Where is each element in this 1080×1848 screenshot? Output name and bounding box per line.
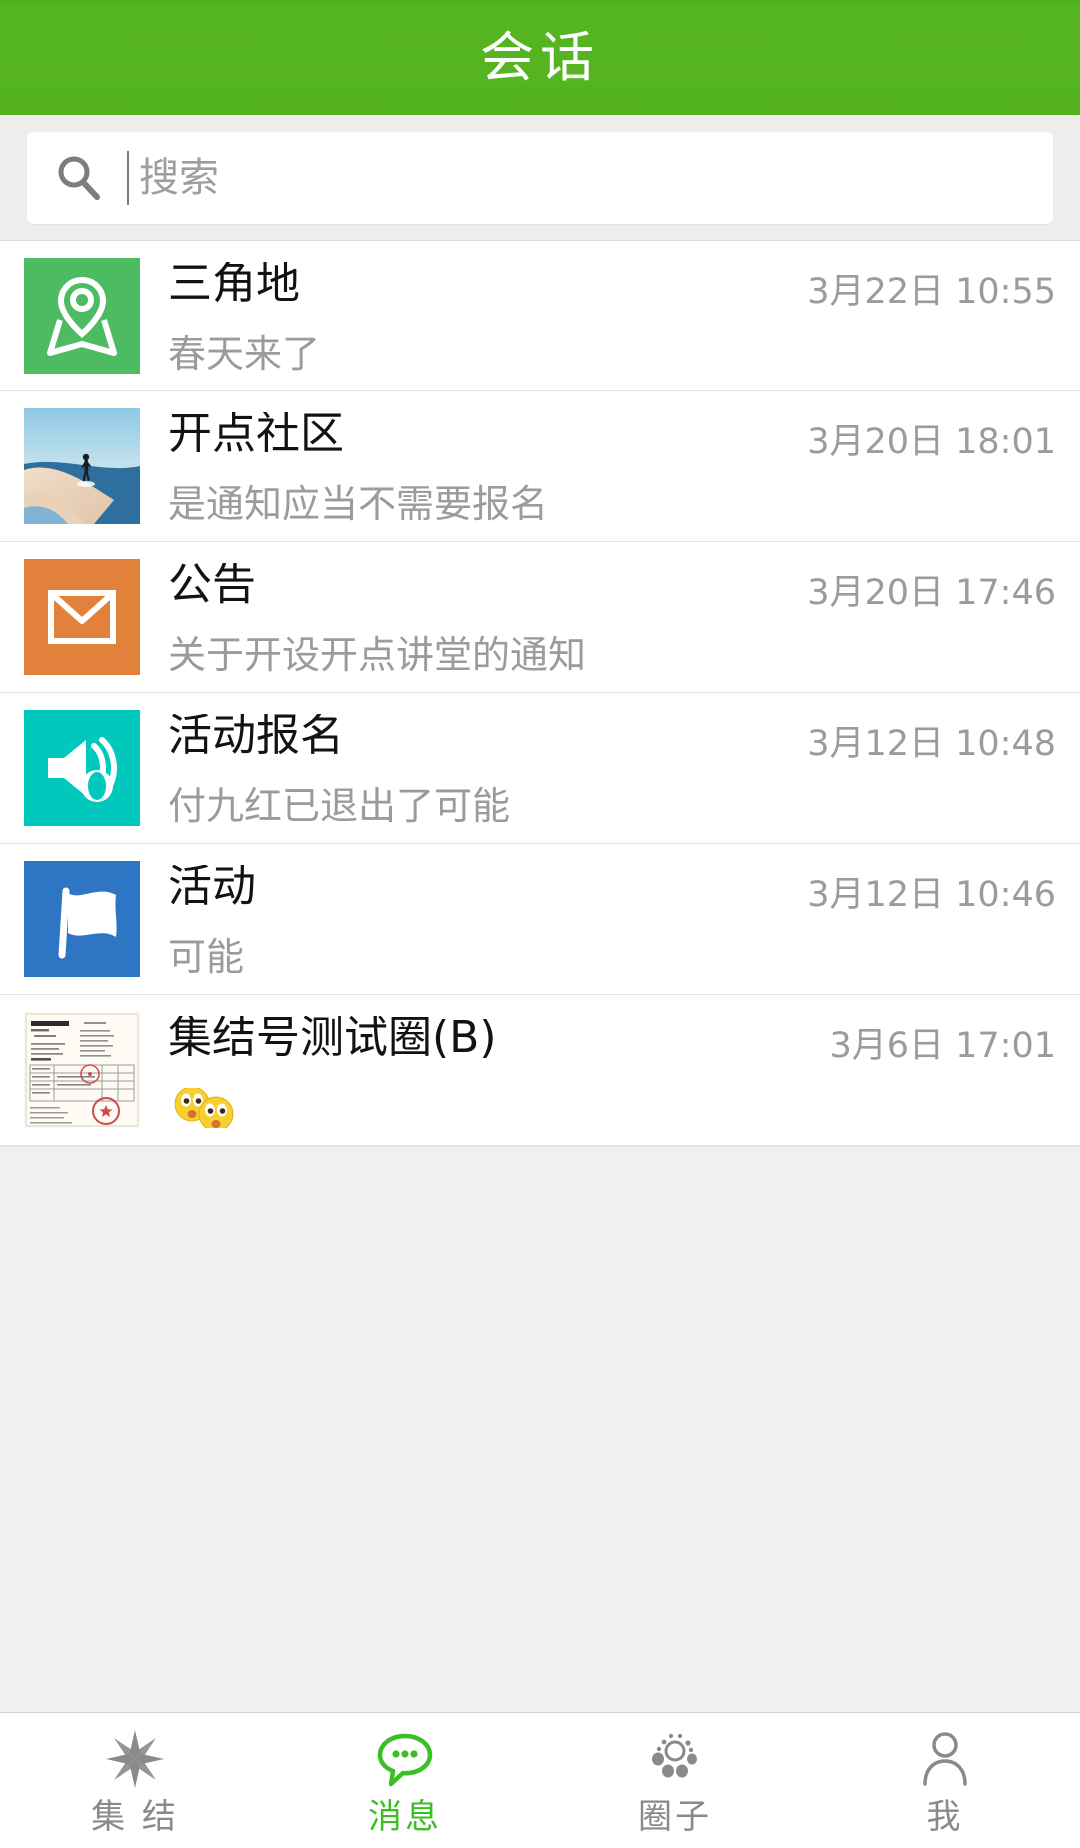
conversation-title: 活动 (168, 865, 256, 909)
list-item-text: 公告 关于开设开点讲堂的通知 (140, 559, 807, 675)
conversation-time: 3月22日 10:55 (807, 272, 1056, 312)
location-pin-icon (24, 257, 140, 374)
conversation-title: 活动报名 (168, 714, 344, 758)
compass-star-icon (104, 1728, 166, 1790)
list-item-text: 三角地 春天来了 (140, 258, 807, 374)
bottom-navigation: 集 结 消息 圈子 我 (0, 1712, 1080, 1848)
conversation-snippet (168, 1088, 829, 1128)
chat-bubble-icon (374, 1728, 436, 1790)
conversation-time: 3月20日 18:01 (807, 422, 1056, 462)
tab-label: 集 结 (91, 1796, 179, 1837)
list-item[interactable]: 活动 可能 3月12日 10:46 (0, 844, 1080, 995)
tab-quanzi[interactable]: 圈子 (540, 1713, 810, 1848)
tab-label: 消息 (368, 1796, 442, 1837)
conversation-snippet: 关于开设开点讲堂的通知 (168, 635, 587, 675)
page-title: 会话 (480, 25, 600, 89)
conversation-time: 3月6日 17:01 (829, 1026, 1056, 1066)
conversation-title: 集结号测试圈(B) (168, 1016, 497, 1060)
tab-jijie[interactable]: 集 结 (0, 1713, 270, 1848)
list-item-text: 活动报名 付九红已退出了可能 (140, 710, 807, 826)
conversation-title: 公告 (168, 563, 256, 607)
beach-runner-photo (24, 408, 140, 524)
search-placeholder: 搜索 (139, 154, 219, 201)
conversation-snippet: 是通知应当不需要报名 (168, 484, 549, 524)
conversation-title: 开点社区 (168, 412, 344, 456)
conversation-snippet: 春天来了 (168, 333, 321, 374)
tab-label: 我 (926, 1796, 964, 1837)
conversation-title: 三角地 (168, 261, 300, 306)
list-item-text: 活动 可能 (140, 861, 807, 977)
conversation-snippet: 可能 (168, 937, 245, 977)
conversation-list: 三角地 春天来了 3月22日 10:55 开点社区 是通知应当不需要报名 3月2… (0, 240, 1080, 1146)
flag-icon (24, 861, 140, 977)
search-bar-container: 搜索 (0, 115, 1080, 240)
list-item[interactable]: 集结号测试圈(B) 3月6日 17:01 (0, 995, 1080, 1146)
text-cursor (127, 150, 129, 205)
conversation-time: 3月20日 17:46 (807, 573, 1056, 613)
business-license-photo (24, 1012, 140, 1128)
tab-label: 圈子 (638, 1796, 712, 1837)
astonished-faces-emoji (168, 1088, 242, 1128)
tab-xiaoxi[interactable]: 消息 (270, 1713, 540, 1848)
conversation-time: 3月12日 10:48 (807, 724, 1056, 764)
list-item[interactable]: 开点社区 是通知应当不需要报名 3月20日 18:01 (0, 391, 1080, 542)
list-item-text: 开点社区 是通知应当不需要报名 (140, 408, 807, 524)
list-item[interactable]: 三角地 春天来了 3月22日 10:55 (0, 240, 1080, 391)
empty-list-area (0, 1146, 1080, 1712)
app-header: 会话 (0, 0, 1080, 115)
search-input[interactable]: 搜索 (27, 131, 1053, 224)
circles-cluster-icon (644, 1728, 706, 1790)
megaphone-icon (24, 710, 140, 826)
envelope-icon (24, 559, 140, 675)
person-icon (914, 1728, 976, 1790)
tab-wo[interactable]: 我 (810, 1713, 1080, 1848)
conversation-time: 3月12日 10:46 (807, 875, 1056, 915)
app-root: 会话 搜索 三角地 春天来了 3月22日 10:55 开点社区 是通知应当不需要… (0, 0, 1080, 1848)
list-item-text: 集结号测试圈(B) (140, 1012, 829, 1128)
conversation-snippet: 付九红已退出了可能 (168, 786, 511, 826)
search-icon (53, 152, 105, 204)
list-item[interactable]: 公告 关于开设开点讲堂的通知 3月20日 17:46 (0, 542, 1080, 693)
list-item[interactable]: 活动报名 付九红已退出了可能 3月12日 10:48 (0, 693, 1080, 844)
